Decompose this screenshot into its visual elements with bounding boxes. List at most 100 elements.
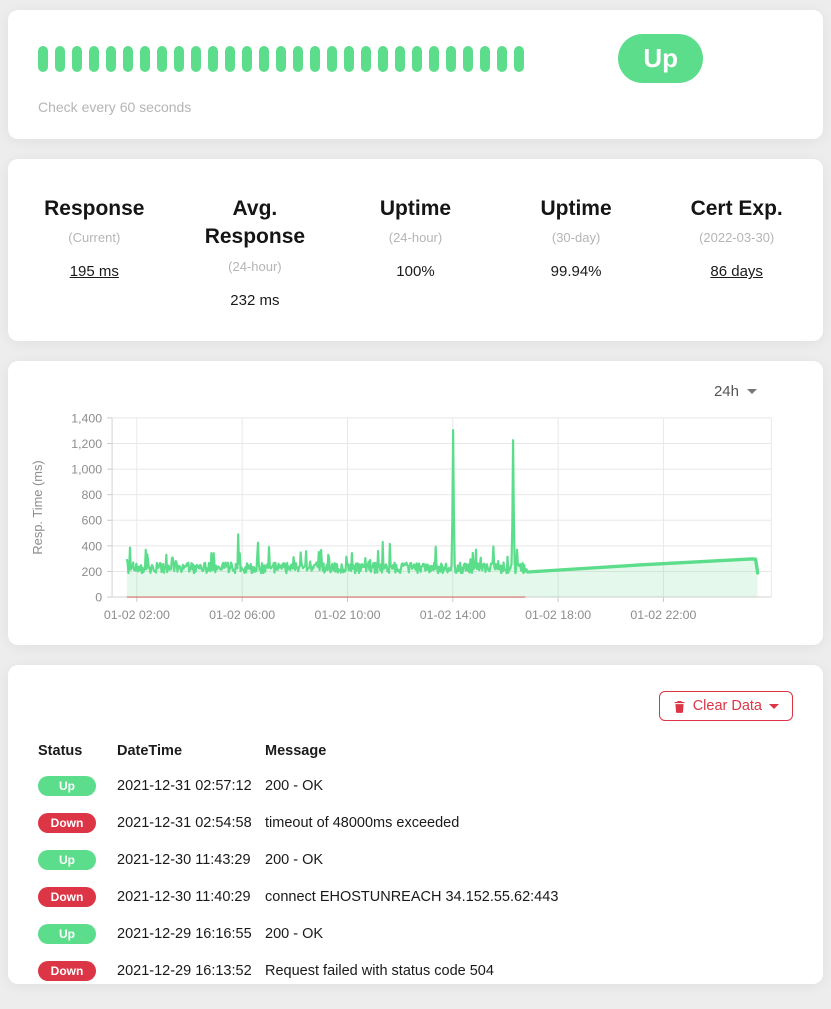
heartbeat-bar — [310, 46, 320, 72]
events-column-header: Message — [265, 743, 793, 759]
status-badge: Down — [38, 961, 96, 981]
event-row: Down2021-12-31 02:54:58timeout of 48000m… — [38, 804, 793, 841]
event-row: Up 2021-12-30 11:43:29200 - OK — [38, 841, 793, 878]
events-toolbar: Clear Data — [38, 691, 793, 721]
chevron-down-icon — [747, 389, 757, 394]
events-column-header: DateTime — [117, 743, 265, 759]
stat-column: Uptime (24-hour) 100% — [335, 195, 496, 309]
stat-column: Response (Current) 195 ms — [14, 195, 175, 309]
svg-text:0: 0 — [95, 590, 102, 604]
svg-text:600: 600 — [82, 513, 103, 527]
event-datetime: 2021-12-31 02:57:12 — [117, 778, 265, 794]
event-row: Down 2021-12-29 16:13:52Request failed wi… — [38, 952, 793, 989]
event-message: Request failed with status code 504 — [265, 963, 793, 979]
chevron-down-icon — [769, 704, 779, 709]
trash-icon — [673, 700, 686, 713]
status-badge: Up — [38, 776, 96, 796]
chart-toolbar: 24h — [22, 381, 805, 402]
status-badge: Down — [38, 813, 96, 833]
event-datetime: 2021-12-30 11:40:29 — [117, 889, 265, 905]
stat-sub: (2022-03-30) — [656, 230, 817, 245]
stat-title: Response — [28, 195, 160, 223]
stat-value: 100% — [335, 263, 496, 280]
svg-text:01-02 06:00: 01-02 06:00 — [209, 608, 275, 622]
heartbeat-bar — [55, 46, 65, 72]
heartbeat-row: Up — [38, 34, 793, 83]
stat-sub: (30-day) — [496, 230, 657, 245]
status-badge: Down — [38, 887, 96, 907]
event-message: 200 - OK — [265, 926, 793, 942]
chart-card: 24h 0 200 400 600 800 1,000 1,200 1,400 01-02 02… — [8, 361, 823, 646]
heartbeat-bar — [140, 46, 150, 72]
heartbeat-bar — [106, 46, 116, 72]
event-datetime: 2021-12-29 16:13:52 — [117, 963, 265, 979]
heartbeat-bar — [463, 46, 473, 72]
heartbeat-bar — [38, 46, 48, 72]
event-row: Up 2021-12-31 02:57:12200 - OK — [38, 767, 793, 804]
svg-text:01-02 10:00: 01-02 10:00 — [314, 608, 380, 622]
heartbeat-bar — [89, 46, 99, 72]
heartbeat-bar — [157, 46, 167, 72]
event-datetime: 2021-12-30 11:43:29 — [117, 852, 265, 868]
svg-text:01-02 18:00: 01-02 18:00 — [525, 608, 591, 622]
svg-text:1,400: 1,400 — [71, 411, 102, 425]
response-time-chart[interactable]: 0 200 400 600 800 1,000 1,200 1,400 01-02 02:00 0… — [22, 406, 805, 632]
heartbeat-bar — [242, 46, 252, 72]
status-badge: Up — [618, 34, 703, 83]
heartbeat-bar — [72, 46, 82, 72]
stat-title: Uptime — [510, 195, 642, 223]
events-table-body: Up2021-12-31 02:57:12200 - OKDown2021-12… — [38, 767, 793, 989]
heartbeat-bar — [327, 46, 337, 72]
events-column-header: Status — [38, 743, 117, 759]
heartbeat-bar — [446, 46, 456, 72]
event-message: connect EHOSTUNREACH 34.152.55.62:443 — [265, 889, 793, 905]
svg-text:800: 800 — [82, 488, 103, 502]
check-interval-note: Check every 60 seconds — [38, 99, 793, 115]
svg-text:1,200: 1,200 — [71, 437, 102, 451]
stat-sub: (Current) — [14, 230, 175, 245]
heartbeat-bar — [225, 46, 235, 72]
stat-title: Cert Exp. — [671, 195, 803, 223]
heartbeat-bar — [293, 46, 303, 72]
event-row: Down 2021-12-30 11:40:29connect EHOSTUNRE… — [38, 878, 793, 915]
svg-text:1,000: 1,000 — [71, 462, 102, 476]
heartbeat-bar — [480, 46, 490, 72]
heartbeat-bar — [344, 46, 354, 72]
stat-sub: (24-hour) — [335, 230, 496, 245]
stat-column: Cert Exp.(2022-03-30)86 days — [656, 195, 817, 309]
heartbeat-bar — [123, 46, 133, 72]
svg-text:400: 400 — [82, 539, 103, 553]
heartbeat-bar — [378, 46, 388, 72]
event-datetime: 2021-12-31 02:54:58 — [117, 815, 265, 831]
heartbeat-bar — [208, 46, 218, 72]
svg-text:01-02 02:00: 01-02 02:00 — [104, 608, 170, 622]
svg-text:01-02 14:00: 01-02 14:00 — [420, 608, 486, 622]
heartbeat-bar-row — [38, 46, 531, 72]
event-message: 200 - OK — [265, 852, 793, 868]
svg-text:01-02 22:00: 01-02 22:00 — [630, 608, 696, 622]
period-dropdown-label: 24h — [714, 383, 739, 400]
event-message: 200 - OK — [265, 778, 793, 794]
stat-value: 99.94% — [496, 263, 657, 280]
monitor-card: Up Check every 60 seconds — [8, 10, 823, 139]
stat-title: Uptime — [349, 195, 481, 223]
stat-column: Avg. Response(24-hour)232 ms — [175, 195, 336, 309]
clear-data-button[interactable]: Clear Data — [659, 691, 793, 721]
svg-text:Resp. Time (ms): Resp. Time (ms) — [30, 460, 45, 554]
stat-column: Uptime (30-day) 99.94% — [496, 195, 657, 309]
status-badge: Up — [38, 924, 96, 944]
clear-data-label: Clear Data — [693, 698, 762, 714]
heartbeat-bar — [361, 46, 371, 72]
heartbeat-bar — [514, 46, 524, 72]
heartbeat-bar — [412, 46, 422, 72]
heartbeat-bar — [174, 46, 184, 72]
stat-title: Avg. Response — [189, 195, 321, 252]
heartbeat-bar — [497, 46, 507, 72]
status-badge: Up — [38, 850, 96, 870]
event-row: Up2021-12-29 16:16:55200 - OK — [38, 915, 793, 952]
heartbeat-bar — [259, 46, 269, 72]
period-dropdown[interactable]: 24h — [710, 381, 761, 402]
svg-text:200: 200 — [82, 565, 103, 579]
stat-value: 195 ms — [14, 263, 175, 280]
heartbeat-bar — [191, 46, 201, 72]
